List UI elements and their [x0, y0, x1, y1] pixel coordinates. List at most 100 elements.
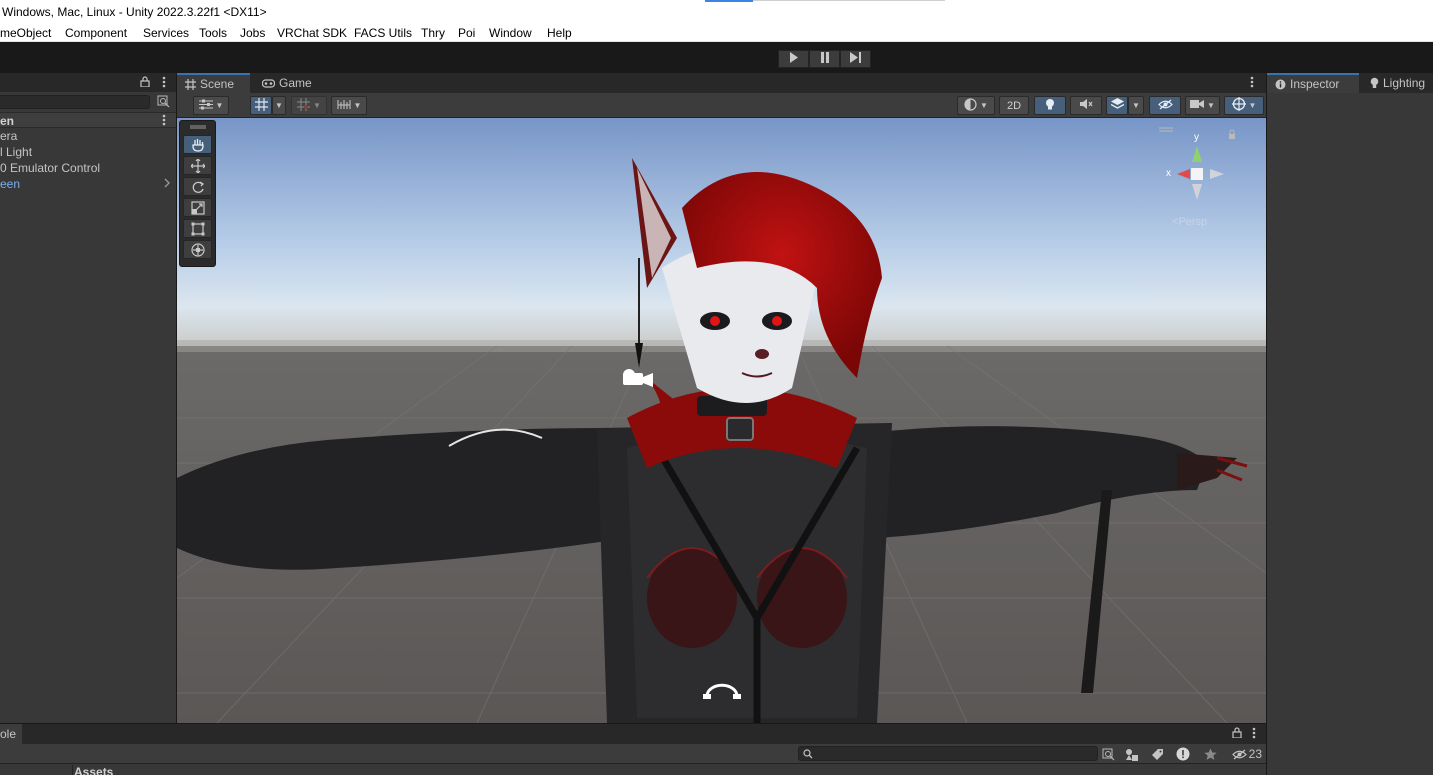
projection-text: Persp — [1178, 216, 1208, 228]
menu-gameobject[interactable]: meObject — [0, 26, 51, 40]
effects-dropdown-button[interactable]: ▼ — [1128, 96, 1144, 115]
scene-kebab-icon[interactable] — [1250, 76, 1254, 91]
toggle-2d-button[interactable]: 2D — [999, 96, 1029, 115]
scene-header[interactable]: en — [0, 112, 176, 128]
caret-down-icon: ▼ — [215, 101, 224, 110]
project-search-input[interactable] — [798, 746, 1098, 761]
menu-bar: meObject Component Services Tools Jobs V… — [0, 24, 1433, 42]
menu-thry[interactable]: Thry — [421, 26, 445, 40]
snap-grid-icon — [297, 97, 311, 114]
sliders-icon — [198, 99, 213, 113]
main-toolbar — [0, 43, 1433, 73]
caret-down-icon: ▼ — [353, 101, 362, 110]
menu-facs-utils[interactable]: FACS Utils — [354, 26, 412, 40]
kebab-menu-icon[interactable] — [162, 76, 166, 91]
step-button[interactable] — [840, 50, 871, 68]
hand-tool-button[interactable] — [183, 135, 212, 154]
window-title: Windows, Mac, Linux - Unity 2022.3.22f1 … — [2, 5, 267, 19]
tab-inspector[interactable]: Inspector — [1267, 73, 1359, 93]
warning-icon[interactable] — [1173, 746, 1193, 762]
console-panel: ole 23 Assets — [0, 724, 1266, 775]
kebab-menu-icon[interactable] — [1252, 727, 1256, 742]
tab-label: Lighting — [1383, 76, 1426, 90]
lighting-toggle-button[interactable] — [1034, 96, 1066, 115]
step-icon — [849, 52, 862, 66]
grid-dropdown-button[interactable]: ▼ — [272, 96, 286, 115]
camera-settings-button[interactable]: ▼ — [1185, 96, 1220, 115]
pause-icon — [820, 52, 830, 66]
scene-viewport[interactable]: y x <Persp — [177, 118, 1266, 723]
info-icon — [1275, 79, 1286, 90]
tab-label: ole — [0, 727, 17, 741]
hierarchy-item-emulator[interactable]: 0 Emulator Control — [0, 160, 176, 176]
pause-button[interactable] — [809, 50, 840, 68]
tab-lighting[interactable]: Lighting — [1362, 73, 1433, 93]
play-button[interactable] — [778, 50, 809, 68]
lock-icon[interactable] — [1232, 727, 1242, 741]
menu-window[interactable]: Window — [489, 26, 532, 40]
tool-settings-button[interactable]: ▼ — [193, 96, 229, 115]
search-scene-icon[interactable] — [157, 95, 170, 111]
hidden-packages-count[interactable]: 23 — [1231, 746, 1262, 762]
scale-tool-button[interactable] — [183, 198, 212, 217]
project-toolbar: 23 — [0, 744, 1266, 764]
move-tool-button[interactable] — [183, 156, 212, 175]
lock-icon[interactable] — [140, 76, 150, 90]
scale-tool-icon — [190, 200, 205, 215]
transform-tool-button[interactable] — [183, 240, 212, 259]
draw-mode-button[interactable]: ▼ — [957, 96, 995, 115]
grid-toggle-button[interactable] — [250, 96, 272, 115]
tab-label: Game — [279, 76, 312, 90]
grid-snap-icon — [254, 97, 268, 114]
rect-tool-icon — [191, 222, 205, 236]
menu-tools[interactable]: Tools — [199, 26, 227, 40]
caret-down-icon: ▼ — [1207, 101, 1215, 110]
projection-label[interactable]: <Persp — [1172, 216, 1207, 228]
hidden-count: 23 — [1248, 747, 1262, 761]
window-titlebar: Windows, Mac, Linux - Unity 2022.3.22f1 … — [0, 0, 1433, 24]
rect-tool-button[interactable] — [183, 219, 212, 238]
effects-toggle-button[interactable] — [1106, 96, 1128, 115]
menu-help[interactable]: Help — [547, 26, 572, 40]
drag-handle-icon[interactable] — [180, 121, 215, 133]
tag-icon[interactable] — [1147, 746, 1167, 762]
hierarchy-panel: en era l Light 0 Emulator Control een — [0, 73, 176, 723]
lightbulb-icon — [1370, 77, 1379, 89]
caret-down-icon: ▼ — [1132, 101, 1140, 110]
caret-down-icon: ▼ — [1248, 101, 1257, 110]
star-icon[interactable] — [1200, 746, 1220, 762]
caret-down-icon: ▼ — [275, 101, 283, 110]
snap-increment-button[interactable]: ▼ — [291, 96, 327, 115]
scene-visibility-button[interactable] — [1149, 96, 1181, 115]
orientation-gizmo[interactable]: y x <Persp — [1152, 122, 1242, 232]
layers-icon — [1110, 98, 1124, 113]
tab-game[interactable]: Game — [254, 73, 320, 93]
menu-poi[interactable]: Poi — [458, 26, 475, 40]
gizmos-button[interactable]: ▼ — [1224, 96, 1264, 115]
hierarchy-search-row — [0, 92, 176, 112]
hierarchy-item-label: 0 Emulator Control — [0, 161, 101, 175]
search-scene-icon[interactable] — [1098, 746, 1118, 762]
hierarchy-search-input[interactable] — [0, 95, 150, 109]
hierarchy-item-camera[interactable]: era — [0, 128, 176, 144]
menu-jobs[interactable]: Jobs — [240, 26, 265, 40]
video-camera-icon — [1190, 99, 1205, 112]
hierarchy-item-prefab[interactable]: een — [0, 176, 176, 192]
filter-by-type-icon[interactable] — [1122, 746, 1142, 762]
lightbulb-icon — [1045, 98, 1055, 114]
caret-down-icon: ▼ — [980, 101, 988, 110]
menu-vrchat-sdk[interactable]: VRChat SDK — [277, 26, 347, 40]
chevron-right-icon[interactable] — [164, 177, 170, 191]
scene-kebab-icon[interactable] — [162, 114, 166, 129]
menu-services[interactable]: Services — [143, 26, 189, 40]
tab-console[interactable]: ole — [0, 724, 23, 744]
hierarchy-item-light[interactable]: l Light — [0, 144, 176, 160]
shading-sphere-icon — [964, 97, 977, 114]
caret-down-icon: ▼ — [313, 101, 321, 110]
tab-scene[interactable]: Scene — [177, 73, 250, 93]
increment-snap-button[interactable]: ▼ — [331, 96, 367, 115]
audio-toggle-button[interactable] — [1070, 96, 1102, 115]
search-icon — [803, 748, 813, 762]
rotate-tool-button[interactable] — [183, 177, 212, 196]
menu-component[interactable]: Component — [65, 26, 127, 40]
